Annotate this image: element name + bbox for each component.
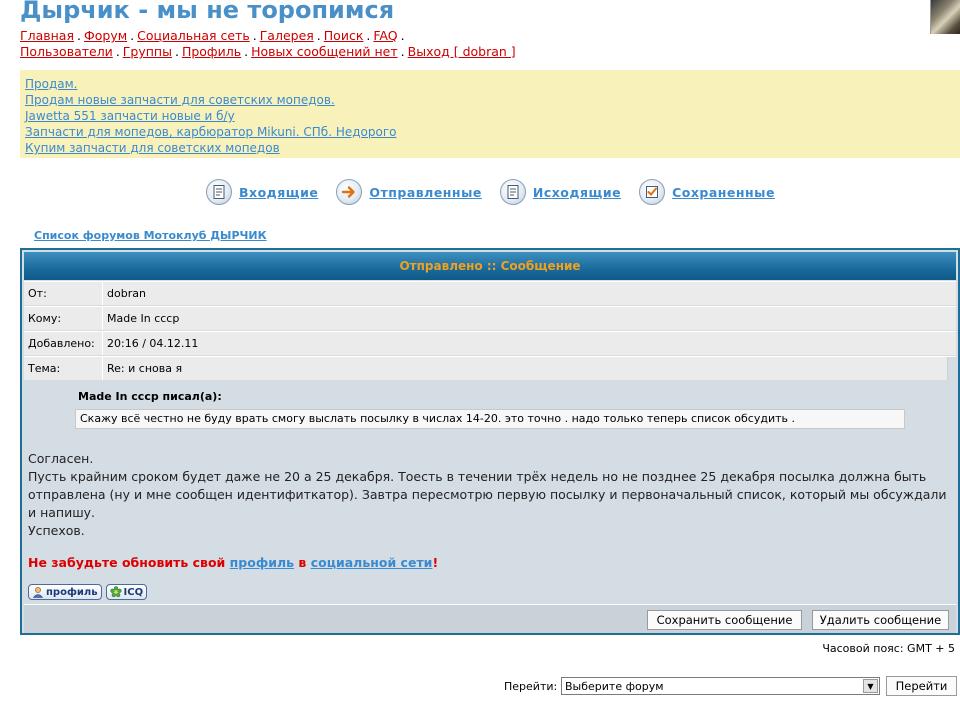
nav-groups-link[interactable]: Группы (123, 44, 172, 59)
ad-link[interactable]: Продам новые запчасти для советских мопе… (25, 92, 955, 108)
message-paragraph: Согласен. (28, 451, 94, 466)
from-value: dobran (103, 282, 956, 305)
pm-folder-nav: Входящие Отправленные Исходящие Сохранен… (206, 178, 793, 206)
outbox-icon (499, 179, 526, 205)
arrow-right-icon (336, 179, 363, 205)
save-message-button[interactable]: Сохранить сообщение (647, 610, 802, 630)
nav-social-link[interactable]: Социальная сеть (137, 28, 250, 43)
author-buttons: профиль ICQ (28, 584, 151, 600)
jump-label: Перейти: (504, 680, 558, 693)
profile-reminder: Не забудьте обновить свой профиль в соци… (28, 555, 439, 570)
date-value: 20:16 / 04.12.11 (103, 332, 956, 355)
pm-saved-item[interactable]: Сохраненные (639, 179, 775, 205)
pm-outbox-item[interactable]: Исходящие (499, 179, 621, 205)
nav-new-messages-link[interactable]: Новых сообщений нет (251, 44, 398, 59)
message-panel-header: Отправлено :: Сообщение (24, 252, 956, 280)
profile-button[interactable]: профиль (28, 584, 102, 600)
from-label: От: (24, 282, 103, 305)
nav-users-link[interactable]: Пользователи (20, 44, 113, 59)
ad-link[interactable]: Jawetta 551 запчасти новые и б/у (25, 108, 955, 124)
to-row: Кому: Made In cccp (24, 306, 956, 330)
forum-jump-selected-value: Выберите форум (565, 679, 664, 693)
breadcrumb-forum-index-link[interactable]: Список форумов Мотоклуб ДЫРЧИК (34, 229, 267, 242)
nav-profile-link[interactable]: Профиль (182, 44, 241, 59)
user-icon (32, 587, 44, 598)
pm-saved-link[interactable]: Сохраненные (672, 185, 775, 200)
delete-message-button[interactable]: Удалить сообщение (812, 610, 949, 630)
to-value: Made In cccp (103, 307, 956, 330)
nav-logout-link[interactable]: Выход [ dobran ] (408, 44, 516, 59)
ads-box: Продам. Продам новые запчасти для советс… (20, 70, 960, 158)
site-title: Дырчик - мы не торопимся (20, 0, 395, 24)
main-nav-row-1: Главная. Форум. Социальная сеть. Галерея. По… (20, 28, 405, 43)
main-nav-row-2: Пользователи. Группы. Профиль. Новых сообще… (20, 44, 516, 59)
nav-gallery-link[interactable]: Галерея (260, 28, 314, 43)
message-panel: Отправлено :: Сообщение От: dobran Кому:… (20, 248, 960, 635)
to-label: Кому: (24, 307, 103, 330)
checkbox-icon (639, 179, 666, 205)
subject-label: Тема: (24, 357, 103, 380)
message-action-bar: Сохранить сообщение Удалить сообщение (24, 604, 956, 633)
ad-link[interactable]: Купим запчасти для советских мопедов (25, 140, 955, 156)
date-row: Добавлено: 20:16 / 04.12.11 (24, 331, 956, 355)
nav-forum-link[interactable]: Форум (84, 28, 127, 43)
nav-faq-link[interactable]: FAQ (373, 28, 397, 43)
nav-search-link[interactable]: Поиск (324, 28, 364, 43)
timezone-label: Часовой пояс: GMT + 5 (822, 642, 955, 655)
icq-flower-icon (109, 586, 122, 598)
ad-link[interactable]: Продам. (25, 76, 955, 92)
reminder-social-link[interactable]: социальной сети (311, 555, 433, 570)
quote-text: Скажу всё честно не буду врать смогу выс… (75, 409, 905, 429)
avatar (930, 0, 960, 34)
nav-home-link[interactable]: Главная (20, 28, 74, 43)
jump-go-button[interactable]: Перейти (886, 676, 957, 696)
from-row: От: dobran (24, 281, 956, 305)
pm-sent-link[interactable]: Отправленные (369, 185, 482, 200)
pm-outbox-link[interactable]: Исходящие (533, 185, 621, 200)
subject-value: Re: и снова я (103, 357, 948, 380)
ad-link[interactable]: Запчасти для мопедов, карбюратор Mikuni.… (25, 124, 955, 140)
message-paragraph: Успехов. (28, 523, 85, 538)
inbox-icon (206, 179, 232, 205)
message-body: Согласен. Пусть крайним сроком будет даж… (28, 450, 954, 540)
reminder-profile-link[interactable]: профиль (230, 555, 294, 570)
forum-jump-select[interactable]: Выберите форум ▼ (561, 677, 880, 695)
date-label: Добавлено: (24, 332, 103, 355)
subject-row: Тема: Re: и снова я (24, 356, 956, 380)
quote-author: Made In cccp писал(а): (78, 390, 222, 403)
pm-sent-item[interactable]: Отправленные (336, 179, 482, 205)
pm-inbox-link[interactable]: Входящие (239, 185, 318, 200)
dropdown-arrow-icon[interactable]: ▼ (863, 679, 878, 693)
message-paragraph: Пусть крайним сроком будет даже не 20 а … (28, 469, 947, 520)
pm-inbox-item[interactable]: Входящие (206, 179, 318, 205)
icq-button[interactable]: ICQ (105, 584, 148, 600)
